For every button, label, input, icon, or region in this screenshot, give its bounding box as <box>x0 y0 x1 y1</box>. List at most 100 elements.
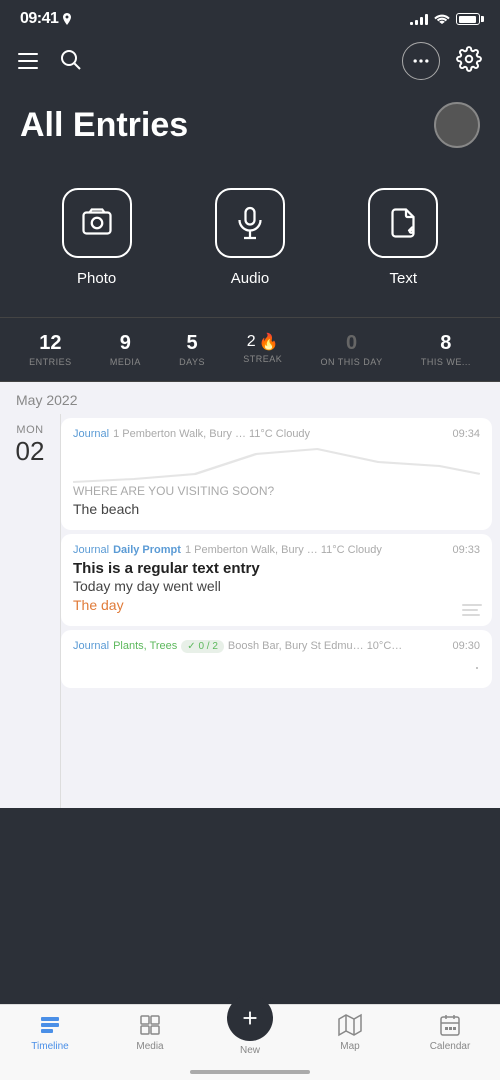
timeline-icon <box>36 1013 64 1037</box>
more-button[interactable] <box>402 42 440 80</box>
tab-calendar[interactable]: Calendar <box>400 1013 500 1056</box>
photo-icon-box <box>62 188 132 258</box>
photo-icon <box>79 205 115 241</box>
tab-media[interactable]: Media <box>100 1013 200 1056</box>
signal-icon <box>410 13 428 25</box>
entry-2-body: Today my day went well The day <box>73 577 480 616</box>
stat-media-value: 9 <box>120 332 131 355</box>
timeline-svg <box>38 1013 62 1037</box>
calendar-icon <box>436 1013 464 1037</box>
stat-this-week-value: 8 <box>440 332 451 355</box>
menu-button[interactable] <box>18 53 38 69</box>
stat-this-week: 8 THIS WE... <box>421 332 471 367</box>
entry-2-journal: Journal <box>73 544 109 556</box>
audio-label: Audio <box>231 270 269 287</box>
stat-media-label: MEDIA <box>110 357 141 367</box>
new-button[interactable] <box>227 995 273 1041</box>
status-time-area: 09:41 <box>20 10 72 28</box>
stats-bar: 12 ENTRIES 9 MEDIA 5 DAYS 2 🔥 STREAK 0 O… <box>0 317 500 382</box>
tab-timeline-label: Timeline <box>31 1041 68 1052</box>
entries-column: Journal 1 Pemberton Walk, Bury … 11°C Cl… <box>60 414 500 808</box>
stat-days-value: 5 <box>186 332 197 355</box>
entry-1-footer: ☁ <box>468 502 482 520</box>
stat-streak-label: STREAK <box>243 354 282 364</box>
top-nav <box>0 34 500 92</box>
entry-3-journal: Journal <box>73 640 109 652</box>
text-label: Text <box>390 270 418 287</box>
entry-2-title: This is a regular text entry <box>73 560 480 577</box>
nav-left <box>18 47 82 76</box>
new-plus-icon <box>239 1007 261 1029</box>
entry-1-meta: Journal 1 Pemberton Walk, Bury … 11°C Cl… <box>73 428 480 440</box>
month-header: May 2022 <box>0 382 500 414</box>
flame-icon: 🔥 <box>259 332 279 352</box>
media-icon <box>136 1013 164 1037</box>
avatar[interactable] <box>434 102 480 148</box>
tab-calendar-label: Calendar <box>430 1041 471 1052</box>
settings-icon <box>456 46 482 72</box>
page-title: All Entries <box>20 106 188 145</box>
entry-1-journal: Journal <box>73 428 109 440</box>
stat-on-this-day: 0 ON THIS DAY <box>320 332 382 367</box>
entry-3-meta: Journal Plants, Trees ✓ 0 / 2 Boosh Bar,… <box>73 640 480 653</box>
entry-1-graph <box>73 444 480 484</box>
entry-2-location: 1 Pemberton Walk, Bury … 11°C Cloudy <box>185 544 382 556</box>
entry-3-location: Boosh Bar, Bury St Edmu… 10°C… <box>228 640 402 652</box>
home-indicator <box>190 1070 310 1074</box>
battery-icon <box>456 13 480 25</box>
stat-streak-value: 2 🔥 <box>247 332 279 352</box>
tab-timeline[interactable]: Timeline <box>0 1013 100 1056</box>
tab-bar: Timeline Media New Map <box>0 1004 500 1080</box>
entry-1-body: The beach <box>73 500 480 520</box>
tab-new-label: New <box>240 1045 260 1056</box>
map-svg <box>338 1013 362 1037</box>
tab-media-label: Media <box>136 1041 163 1052</box>
calendar-svg <box>438 1013 462 1037</box>
status-indicators <box>410 12 480 27</box>
entry-2-highlight: The day <box>73 597 124 613</box>
media-svg <box>138 1013 162 1037</box>
entry-2-meta: Journal Daily Prompt 1 Pemberton Walk, B… <box>73 544 480 556</box>
stat-entries: 12 ENTRIES <box>29 332 72 367</box>
page-header: All Entries <box>0 92 500 168</box>
status-time: 09:41 <box>20 10 58 28</box>
entry-3-tags: Plants, Trees <box>113 640 177 652</box>
entry-2[interactable]: Journal Daily Prompt 1 Pemberton Walk, B… <box>61 534 492 626</box>
stat-entries-value: 12 <box>39 332 61 355</box>
date-day-num: 02 <box>10 436 50 467</box>
audio-icon-box <box>215 188 285 258</box>
tab-new[interactable]: New <box>200 1013 300 1056</box>
entry-2-time: 09:33 <box>452 544 480 556</box>
entry-1[interactable]: Journal 1 Pemberton Walk, Bury … 11°C Cl… <box>61 418 492 530</box>
tab-map[interactable]: Map <box>300 1013 400 1056</box>
stat-this-week-label: THIS WE... <box>421 357 471 367</box>
action-photo[interactable]: Photo <box>62 188 132 287</box>
stat-streak: 2 🔥 STREAK <box>243 332 282 367</box>
date-day-name: MON <box>10 424 50 436</box>
stat-days: 5 DAYS <box>179 332 205 367</box>
lines-icon <box>462 604 482 616</box>
tab-map-label: Map <box>340 1041 359 1052</box>
action-text[interactable]: Text <box>368 188 438 287</box>
stat-entries-label: ENTRIES <box>29 357 72 367</box>
photo-label: Photo <box>77 270 116 287</box>
date-group: MON 02 Journal 1 Pemberton Walk, Bury … … <box>0 414 500 808</box>
stat-on-this-day-label: ON THIS DAY <box>320 357 382 367</box>
entry-2-prompt-label: Daily Prompt <box>113 544 181 556</box>
entry-1-prompt: WHERE ARE YOU VISITING SOON? <box>73 484 480 498</box>
search-button[interactable] <box>58 47 82 76</box>
entry-1-time: 09:34 <box>452 428 480 440</box>
search-icon <box>58 47 82 71</box>
settings-button[interactable] <box>456 46 482 77</box>
wifi-icon <box>434 12 450 27</box>
quick-actions: Photo Audio Text <box>0 168 500 317</box>
entry-3-dot: · <box>73 657 480 678</box>
stat-media: 9 MEDIA <box>110 332 141 367</box>
map-icon <box>336 1013 364 1037</box>
entry-3[interactable]: Journal Plants, Trees ✓ 0 / 2 Boosh Bar,… <box>61 630 492 688</box>
status-bar: 09:41 <box>0 0 500 34</box>
entry-1-location: 1 Pemberton Walk, Bury … 11°C Cloudy <box>113 428 310 440</box>
action-audio[interactable]: Audio <box>215 188 285 287</box>
nav-right <box>402 42 482 80</box>
stat-days-label: DAYS <box>179 357 205 367</box>
